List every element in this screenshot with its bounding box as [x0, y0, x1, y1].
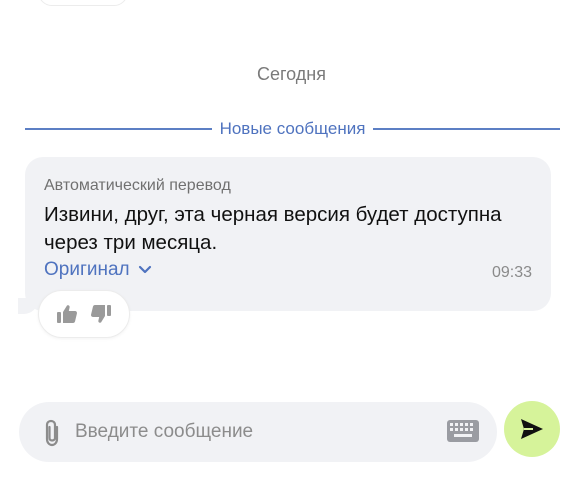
new-messages-divider: Новые сообщения	[25, 118, 560, 140]
chevron-down-icon	[138, 265, 151, 274]
paperclip-icon[interactable]	[41, 418, 65, 448]
divider-line-right	[373, 128, 560, 130]
date-separator: Сегодня	[257, 64, 326, 84]
keyboard-icon[interactable]	[447, 420, 479, 444]
message-time: 09:33	[491, 264, 532, 281]
send-button[interactable]	[504, 401, 560, 457]
message-text: Извини, друг, эта черная версия будет до…	[44, 203, 502, 254]
show-original-link[interactable]: Оригинал	[44, 259, 152, 281]
message-input[interactable]	[75, 416, 435, 448]
reaction-bar	[38, 290, 130, 338]
new-messages-label: Новые сообщения	[219, 119, 366, 138]
previous-reaction-bar	[38, 0, 128, 6]
thumbs-up-icon	[57, 305, 77, 323]
message-composer	[19, 402, 497, 462]
message-bubble[interactable]: Автоматический перевод Извини, друг, эта…	[25, 157, 551, 311]
auto-translation-note: Автоматический перевод	[44, 177, 231, 194]
divider-line-left	[25, 128, 212, 130]
dislike-button[interactable]	[89, 302, 113, 326]
like-button[interactable]	[55, 302, 79, 326]
thumbs-down-icon	[91, 305, 111, 323]
original-link-label: Оригинал	[44, 259, 130, 280]
send-arrow-icon	[521, 419, 543, 439]
